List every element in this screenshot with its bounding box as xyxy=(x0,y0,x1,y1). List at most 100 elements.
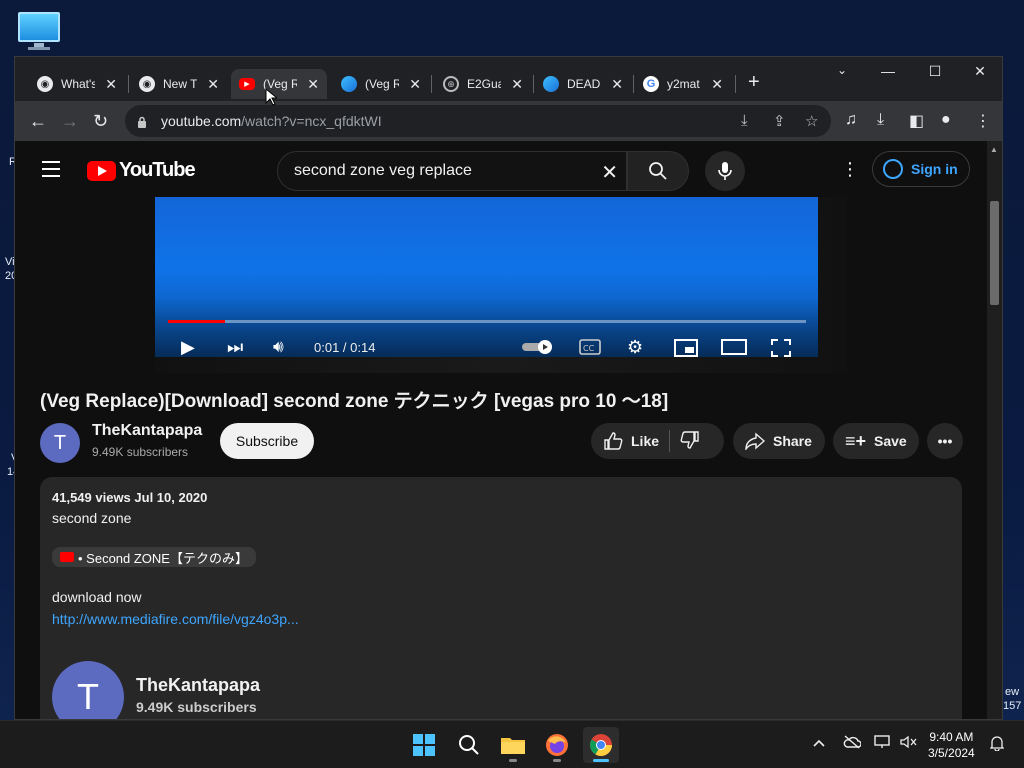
clear-search-icon[interactable]: ✕ xyxy=(601,160,618,185)
more-actions-button[interactable]: ••• xyxy=(927,423,963,459)
chrome-window: ◉ What's ✕ ◉ New T ✕ ▶ (Veg R ✕ (Veg R ✕… xyxy=(14,56,1003,720)
sign-in-button[interactable]: Sign in xyxy=(872,151,970,187)
notification-bell-icon[interactable] xyxy=(989,735,1005,754)
tab[interactable]: ◉ What's ✕ xyxy=(29,69,125,99)
chrome-icon xyxy=(590,734,612,756)
channel-avatar[interactable]: T xyxy=(40,423,80,463)
new-tab-plus-icon[interactable]: + xyxy=(748,71,760,94)
tab-active[interactable]: ▶ (Veg R ✕ xyxy=(231,69,327,99)
taskbar-search-button[interactable] xyxy=(451,727,487,763)
video-player[interactable]: ▶ ⏭ 🔊︎ 0:01 / 0:14 CC ⚙ xyxy=(155,197,818,357)
like-button[interactable]: Like xyxy=(603,431,659,451)
chrome-icon: ◉ xyxy=(139,76,155,92)
thumbs-up-icon xyxy=(604,432,623,450)
downloads-icon[interactable]: ⤓ xyxy=(877,111,884,129)
channel-name-large[interactable]: TheKantapapa xyxy=(136,675,260,696)
like-dislike-group: Like xyxy=(591,423,724,459)
globe-icon: ⊕ xyxy=(443,76,459,92)
close-tab-icon[interactable]: ✕ xyxy=(307,76,319,93)
voice-search-button[interactable] xyxy=(705,151,745,191)
browser-toolbar: ← → ↻ youtube.com/watch?v=ncx_qfdktWI ⤓ … xyxy=(15,101,1002,141)
save-button[interactable]: ≡+ Save xyxy=(833,423,919,459)
address-bar[interactable]: youtube.com/watch?v=ncx_qfdktWI ⤓ ⇪ ☆ xyxy=(125,105,831,137)
taskbar: 9:40 AM 3/5/2024 xyxy=(0,720,1024,768)
media-control-icon[interactable]: ♫ xyxy=(845,111,857,129)
minimize-icon[interactable]: — xyxy=(865,63,911,79)
captions-icon[interactable]: CC xyxy=(579,339,601,357)
maximize-icon[interactable]: ☐ xyxy=(912,63,958,80)
onedrive-icon[interactable] xyxy=(843,735,862,752)
volume-icon[interactable]: 🔊︎ xyxy=(273,337,284,357)
autoplay-toggle-icon[interactable] xyxy=(521,339,555,357)
profile-icon[interactable]: ● xyxy=(941,111,951,129)
forward-arrow-icon[interactable]: → xyxy=(61,111,79,132)
close-tab-icon[interactable]: ✕ xyxy=(409,76,421,93)
firefox-button[interactable] xyxy=(539,727,575,763)
scrollbar-thumb[interactable] xyxy=(990,201,999,305)
next-video-icon[interactable]: ⏭ xyxy=(227,337,243,357)
network-icon[interactable] xyxy=(874,735,892,752)
tab-title: (Veg R xyxy=(365,77,399,91)
chrome-menu-icon[interactable]: ⋮ xyxy=(975,111,991,131)
page-scrollbar[interactable]: ▲ xyxy=(987,141,1002,719)
youtube-logo[interactable]: YouTube xyxy=(87,159,196,182)
system-clock[interactable]: 9:40 AM 3/5/2024 xyxy=(928,729,975,761)
settings-gear-icon[interactable]: ⚙ xyxy=(627,337,643,357)
tray-chevron-up-icon[interactable] xyxy=(813,735,825,751)
player-time: 0:01 / 0:14 xyxy=(314,340,376,355)
description-line: second zone xyxy=(52,510,132,526)
close-tab-icon[interactable]: ✕ xyxy=(511,76,523,93)
share-button[interactable]: Share xyxy=(733,423,825,459)
sign-in-label: Sign in xyxy=(911,161,958,177)
chrome-taskbar-button[interactable] xyxy=(583,727,619,763)
close-tab-icon[interactable]: ✕ xyxy=(207,76,219,93)
desktop-this-pc-icon[interactable] xyxy=(16,10,62,50)
side-panel-icon[interactable]: ◧ xyxy=(909,111,924,131)
guide-menu-icon[interactable] xyxy=(42,161,60,182)
file-explorer-button[interactable] xyxy=(495,727,531,763)
reload-icon[interactable]: ↻ xyxy=(93,111,108,132)
play-icon[interactable]: ▶ xyxy=(181,337,195,357)
search-button[interactable] xyxy=(627,151,689,191)
description-link[interactable]: http://www.mediafire.com/file/vgz4o3p... xyxy=(52,611,299,627)
youtube-icon: ▶ xyxy=(239,78,255,90)
install-app-icon[interactable]: ⤓ xyxy=(741,112,748,129)
volume-muted-icon[interactable] xyxy=(900,735,918,752)
theater-mode-icon[interactable] xyxy=(721,339,747,357)
description-line: download now xyxy=(52,589,142,605)
settings-kebab-icon[interactable]: ⋮ xyxy=(841,159,859,180)
scroll-up-icon[interactable]: ▲ xyxy=(990,145,998,154)
share-page-icon[interactable]: ⇪ xyxy=(773,112,786,130)
tab[interactable]: G y2mat ✕ xyxy=(635,69,731,99)
close-window-icon[interactable]: ✕ xyxy=(957,63,1002,80)
close-tab-icon[interactable]: ✕ xyxy=(105,76,117,93)
svg-text:CC: CC xyxy=(583,344,595,353)
edge-icon xyxy=(341,76,357,92)
close-tab-icon[interactable]: ✕ xyxy=(711,76,723,93)
close-tab-icon[interactable]: ✕ xyxy=(611,76,623,93)
folder-icon xyxy=(501,738,525,754)
bookmark-star-icon[interactable]: ☆ xyxy=(805,112,818,130)
channel-name[interactable]: TheKantapapa xyxy=(92,422,202,440)
progress-bar[interactable] xyxy=(168,320,806,323)
mouse-cursor-icon xyxy=(265,88,277,106)
search-input[interactable]: second zone veg replace ✕ xyxy=(277,151,627,191)
dislike-button[interactable] xyxy=(680,430,700,453)
tab[interactable]: DEAD ✕ xyxy=(535,69,631,99)
channel-avatar-large[interactable]: T xyxy=(52,661,124,719)
tab-search-chevron-icon[interactable]: ⌄ xyxy=(819,63,865,77)
linked-video-chip[interactable]: • Second ZONE【テクのみ】 xyxy=(52,547,256,567)
subscribe-button[interactable]: Subscribe xyxy=(220,423,314,459)
tab-title: E2Gua xyxy=(467,77,501,91)
tab[interactable]: ◉ New T ✕ xyxy=(131,69,227,99)
fullscreen-icon[interactable] xyxy=(771,339,791,357)
share-label: Share xyxy=(773,433,812,449)
tab[interactable]: (Veg R ✕ xyxy=(333,69,429,99)
tab[interactable]: ⊕ E2Gua ✕ xyxy=(435,69,531,99)
description-box[interactable]: 41,549 views Jul 10, 2020 second zone • … xyxy=(40,477,962,719)
progress-played xyxy=(168,320,226,323)
miniplayer-icon[interactable] xyxy=(674,339,698,357)
start-button[interactable] xyxy=(406,727,442,763)
microphone-icon xyxy=(718,162,732,180)
back-arrow-icon[interactable]: ← xyxy=(29,111,47,132)
